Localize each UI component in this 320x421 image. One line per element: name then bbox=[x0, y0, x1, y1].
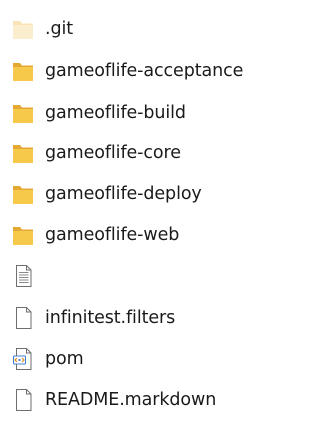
file-item-label: pom bbox=[45, 349, 84, 369]
file-item-gameoflife-build[interactable]: gameoflife-build bbox=[0, 92, 299, 134]
file-item-label: .git bbox=[45, 19, 73, 39]
file-item-label: gameoflife-acceptance bbox=[45, 61, 244, 81]
folder-icon bbox=[10, 222, 36, 248]
folder-icon bbox=[10, 181, 36, 207]
file-item-gameoflife-core[interactable]: gameoflife-core bbox=[0, 132, 299, 174]
file-item-label: gameoflife-core bbox=[45, 143, 181, 163]
file-item-readme-markdown[interactable]: README.markdown bbox=[0, 379, 299, 421]
file-list: .git gameoflife-acceptance gameoflife-bu… bbox=[0, 0, 299, 420]
folder-icon bbox=[10, 100, 36, 126]
text-document-icon bbox=[10, 263, 36, 289]
file-item-unnamed-text[interactable] bbox=[0, 255, 299, 297]
folder-icon bbox=[10, 58, 36, 84]
xml-file-icon bbox=[10, 346, 36, 372]
file-item-label: gameoflife-deploy bbox=[45, 184, 202, 204]
blank-file-icon bbox=[10, 387, 36, 413]
folder-icon bbox=[10, 140, 36, 166]
blank-file-icon bbox=[10, 305, 36, 331]
file-item-label: infinitest.filters bbox=[45, 308, 176, 328]
file-item-label: gameoflife-build bbox=[45, 103, 186, 123]
file-item-gameoflife-web[interactable]: gameoflife-web bbox=[0, 214, 299, 256]
file-item-git[interactable]: .git bbox=[0, 8, 299, 50]
file-item-label: README.markdown bbox=[45, 390, 217, 410]
hidden-folder-icon bbox=[10, 16, 36, 42]
file-item-label: gameoflife-web bbox=[45, 225, 180, 245]
file-item-pom[interactable]: pom bbox=[0, 338, 299, 380]
file-item-infinitest-filters[interactable]: infinitest.filters bbox=[0, 297, 299, 339]
file-item-gameoflife-acceptance[interactable]: gameoflife-acceptance bbox=[0, 50, 299, 92]
file-item-gameoflife-deploy[interactable]: gameoflife-deploy bbox=[0, 173, 299, 215]
